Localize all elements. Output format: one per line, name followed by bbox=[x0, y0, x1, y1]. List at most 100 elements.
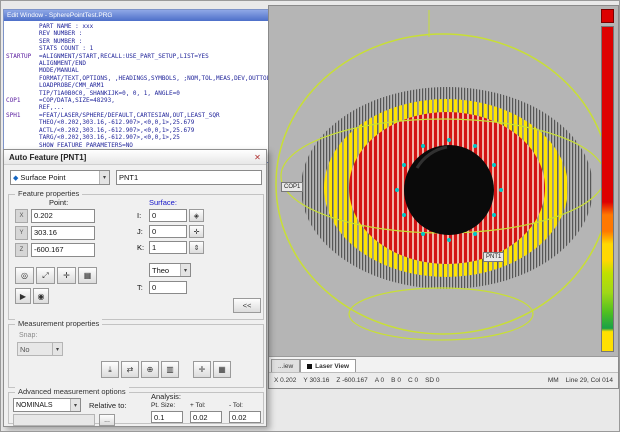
status-units: MM bbox=[548, 377, 559, 384]
feature-toggle-icon[interactable]: ▦ bbox=[78, 267, 97, 284]
feature-toggle-icon[interactable]: ✛ bbox=[57, 267, 76, 284]
measurement-tool-icon[interactable]: ⇄ bbox=[121, 361, 139, 378]
measurement-tool-icon[interactable]: ⊕ bbox=[141, 361, 159, 378]
surface-link[interactable]: Surface: bbox=[149, 198, 177, 207]
measurement-tool-icon[interactable]: ▦ bbox=[213, 361, 231, 378]
relative-to-input[interactable] bbox=[13, 414, 95, 426]
vector-input[interactable]: 1 bbox=[149, 241, 187, 254]
feature-toggle-icon[interactable]: ◎ bbox=[15, 267, 34, 284]
vector-tool-icon[interactable]: ◈ bbox=[189, 209, 204, 222]
chevron-down-icon: ▾ bbox=[70, 399, 80, 411]
feature-name-input[interactable]: PNT1 bbox=[116, 170, 262, 185]
vector-tool-icon[interactable]: ⇕ bbox=[189, 241, 204, 254]
group-label: Feature properties bbox=[15, 189, 82, 198]
advanced-options-group: Advanced measurement options NOMINALS ▾ … bbox=[8, 392, 264, 424]
measurement-tool-icon[interactable]: ✛ bbox=[193, 361, 211, 378]
analysis-field-input[interactable]: 0.02 bbox=[190, 411, 222, 423]
code-line-text: THEO/<0.202,303.16,-612.907>,<0,0,1>,25.… bbox=[39, 119, 194, 126]
snap-label: Snap: bbox=[19, 332, 37, 339]
status-item: Y 303.16 bbox=[303, 377, 329, 384]
tab-laser-view[interactable]: Laser View bbox=[300, 359, 356, 372]
status-item: A 0 bbox=[375, 377, 384, 384]
scan-scene-svg bbox=[269, 6, 618, 356]
close-icon[interactable]: ✕ bbox=[252, 152, 263, 163]
vector-axis-label: J: bbox=[137, 227, 147, 236]
feature-action-icon[interactable]: ▶ bbox=[15, 288, 31, 304]
theo-value: Theo bbox=[152, 266, 169, 275]
code-line: PART NAME : xxx bbox=[6, 23, 292, 30]
code-line-text: SER NUMBER : bbox=[39, 38, 82, 45]
feature-type-dropdown[interactable]: ◆ Surface Point ▾ bbox=[10, 170, 110, 185]
analysis-field: + Tol: 0.02 bbox=[190, 402, 222, 423]
vector-axis-label: I: bbox=[137, 211, 147, 220]
coordinate-row: Y 303.16 bbox=[15, 226, 95, 240]
coordinate-input[interactable]: 0.202 bbox=[31, 209, 95, 223]
code-line: COP1 =COP/DATA,SIZE=48293, bbox=[6, 97, 292, 104]
code-line-label: STARTUP bbox=[6, 53, 39, 60]
sphere-feature bbox=[404, 145, 494, 235]
code-line: STARTUP =ALIGNMENT/START,RECALL:USE_PART… bbox=[6, 53, 292, 60]
code-line: SPH1 =FEAT/LASER/SPHERE/DEFAULT,CARTESIA… bbox=[6, 112, 292, 119]
code-line: ALIGNMENT/END bbox=[6, 60, 292, 67]
coordinate-row: Z -600.167 bbox=[15, 243, 95, 257]
dialog-titlebar[interactable]: Auto Feature [PNT1] bbox=[4, 150, 266, 165]
coordinate-row: X 0.202 bbox=[15, 209, 95, 223]
analysis-fields: Pt. Size: 0.1 + Tol: 0.02 - Tol: 0.02 bbox=[151, 402, 261, 423]
analysis-field-label: Pt. Size: bbox=[151, 402, 183, 409]
axis-chip: X bbox=[15, 209, 28, 223]
code-line-label bbox=[6, 60, 39, 67]
laser-scan-viewport[interactable]: COP1 PNT1 bbox=[269, 6, 618, 356]
coordinate-input[interactable]: -600.167 bbox=[31, 243, 95, 257]
code-line-label bbox=[6, 119, 39, 126]
analysis-field-input[interactable]: 0.02 bbox=[229, 411, 261, 423]
vector-tool-icon[interactable]: ✛ bbox=[189, 225, 204, 238]
tab-view-partial[interactable]: ...iew bbox=[271, 359, 300, 372]
code-line-label bbox=[6, 23, 39, 30]
code-line-label: SPH1 bbox=[6, 112, 39, 119]
code-line-label bbox=[6, 142, 39, 149]
t-input[interactable]: 0 bbox=[149, 281, 187, 294]
code-line-text: REF,... bbox=[39, 104, 64, 111]
feature-action-icon[interactable]: ◉ bbox=[33, 288, 49, 304]
code-line: SER NUMBER : bbox=[6, 38, 292, 45]
status-item: B 0 bbox=[391, 377, 401, 384]
feature-toggle-buttons: ◎⤢✛▦ bbox=[15, 267, 97, 284]
code-line-text: FORMAT/TEXT,OPTIONS, ,HEADINGS,SYMBOLS, … bbox=[39, 75, 281, 82]
code-line-text: PART NAME : xxx bbox=[39, 23, 93, 30]
point-label: Point: bbox=[49, 198, 68, 207]
code-line-label bbox=[6, 104, 39, 111]
code-line: TIP/T1A0B0C0, SHANKIJK=0, 0, 1, ANGLE=0 bbox=[6, 90, 292, 97]
pnt-feature-tag[interactable]: PNT1 bbox=[483, 252, 504, 262]
code-line-label bbox=[6, 134, 39, 141]
feature-toggle-icon[interactable]: ⤢ bbox=[36, 267, 55, 284]
theo-dropdown[interactable]: Theo ▾ bbox=[149, 263, 191, 277]
edit-window-titlebar[interactable]: Edit Window - SpherePointTest.PRG bbox=[4, 10, 292, 21]
code-line: SHOW FEATURE PARAMETERS=NO bbox=[6, 142, 292, 149]
code-line: ACTL/<0.202,303.16,-612.907>,<0,0,1>,25.… bbox=[6, 127, 292, 134]
code-line-text: TARG/<0.202,303.16,-612.907>,<0,0,1>,25 bbox=[39, 134, 180, 141]
surface-point-icon: ◆ bbox=[13, 174, 18, 182]
status-coordinates: X 0.202Y 303.16Z -600.167A 0B 0C 0SD 0 bbox=[274, 377, 440, 384]
code-line-text: STATS COUNT : 1 bbox=[39, 45, 93, 52]
coordinate-input[interactable]: 303.16 bbox=[31, 226, 95, 240]
code-line-label bbox=[6, 82, 39, 89]
axis-chip: Z bbox=[15, 243, 28, 257]
browse-button[interactable]: ... bbox=[99, 414, 115, 426]
analysis-field-input[interactable]: 0.1 bbox=[151, 411, 183, 423]
cop-feature-tag[interactable]: COP1 bbox=[281, 182, 303, 192]
code-line: FORMAT/TEXT,OPTIONS, ,HEADINGS,SYMBOLS, … bbox=[6, 75, 292, 82]
vector-input[interactable]: 0 bbox=[149, 225, 187, 238]
code-line-label bbox=[6, 45, 39, 52]
status-item: SD 0 bbox=[425, 377, 439, 384]
snap-dropdown[interactable]: No ▾ bbox=[17, 342, 63, 356]
measurement-tool-icon[interactable]: ⤓ bbox=[101, 361, 119, 378]
code-line-text: REV NUMBER : bbox=[39, 30, 82, 37]
nominals-dropdown[interactable]: NOMINALS ▾ bbox=[13, 398, 81, 412]
code-line-label bbox=[6, 90, 39, 97]
collapse-button[interactable]: << bbox=[233, 298, 261, 313]
measurement-toolbar: ⤓⇄⊕▥ bbox=[101, 361, 179, 378]
code-line-text: TIP/T1A0B0C0, SHANKIJK=0, 0, 1, ANGLE=0 bbox=[39, 90, 180, 97]
vector-input[interactable]: 0 bbox=[149, 209, 187, 222]
code-editor[interactable]: PART NAME : xxx REV NUMBER : SER NUMBER … bbox=[4, 21, 292, 162]
measurement-tool-icon[interactable]: ▥ bbox=[161, 361, 179, 378]
